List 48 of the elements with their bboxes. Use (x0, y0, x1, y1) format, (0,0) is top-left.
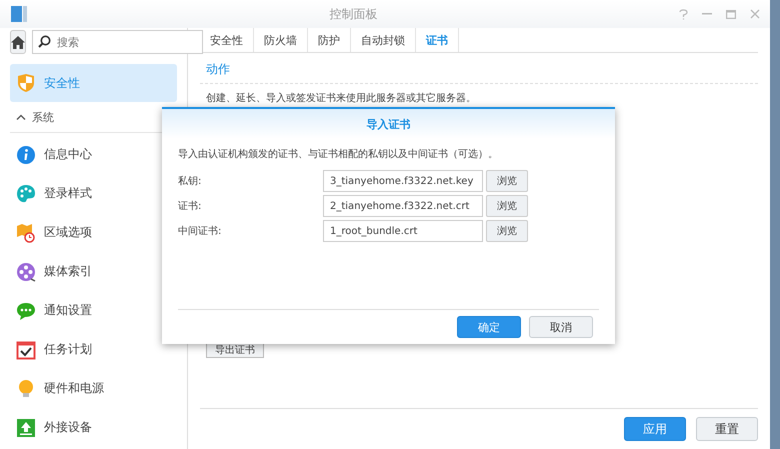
light-bulb-icon (16, 378, 36, 398)
close-icon[interactable] (750, 9, 760, 19)
sidebar-item[interactable]: 媒体索引 (10, 252, 177, 291)
tab[interactable]: 证书 (416, 28, 459, 52)
description-text: 创建、延长、导入或签发证书来使用此服务器或其它服务器。 (205, 92, 477, 106)
shield-icon (16, 73, 36, 93)
sidebar-item[interactable]: 任务计划 (10, 330, 177, 369)
search-field[interactable]: 搜索 (32, 30, 203, 54)
sidebar-item[interactable]: 信息中心 (10, 135, 177, 174)
search-icon (38, 35, 51, 48)
tab[interactable]: 自动封锁 (351, 28, 416, 52)
map-clock-icon (16, 222, 36, 242)
field-label: 中间证书: (178, 224, 222, 238)
browse-button[interactable]: 浏览 (486, 170, 528, 192)
film-reel-icon (16, 262, 36, 282)
sidebar-item[interactable]: 登录样式 (10, 174, 177, 213)
browse-button[interactable]: 浏览 (486, 195, 528, 217)
calendar-check-icon (16, 340, 36, 360)
maximize-icon[interactable] (726, 10, 736, 18)
palette-icon (16, 184, 36, 204)
tab[interactable]: 防护 (308, 28, 351, 52)
sidebar-item[interactable]: 硬件和电源 (10, 369, 177, 408)
field-label: 证书: (178, 200, 202, 213)
section-heading: 动作 (200, 53, 758, 84)
sidebar-item[interactable]: 通知设置 (10, 291, 177, 330)
browse-button[interactable]: 浏览 (486, 220, 528, 242)
secondary-button[interactable]: 重置 (696, 417, 758, 441)
dialog-title: 导入证书 (366, 116, 410, 132)
home-button[interactable] (10, 30, 26, 54)
caret-up-icon (16, 114, 26, 120)
secondary-button[interactable]: 取消 (529, 316, 593, 338)
app-logo-icon (10, 5, 28, 23)
info-icon (16, 144, 36, 164)
home-icon (11, 36, 25, 48)
sidebar-item[interactable]: 外接设备 (10, 408, 177, 447)
minimize-icon[interactable] (702, 13, 712, 15)
field-label: 私钥: (178, 175, 202, 188)
file-field[interactable]: 2_tianyehome.f3322.net.crt (323, 195, 483, 217)
tab[interactable]: 防火墙 (254, 28, 308, 52)
chat-bubble-icon (16, 300, 36, 320)
upload-icon (16, 418, 36, 438)
file-field[interactable]: 3_tianyehome.f3322.net.key (323, 170, 483, 192)
window-title: 控制面板 (328, 6, 378, 22)
dialog-description: 导入由认证机构颁发的证书、与证书相配的私钥以及中间证书（可选）。 (178, 148, 499, 161)
tab[interactable]: 安全性 (200, 28, 254, 52)
sidebar-item[interactable]: 区域选项 (10, 213, 177, 252)
file-field[interactable]: 1_root_bundle.crt (323, 220, 483, 242)
help-icon[interactable] (679, 8, 688, 20)
